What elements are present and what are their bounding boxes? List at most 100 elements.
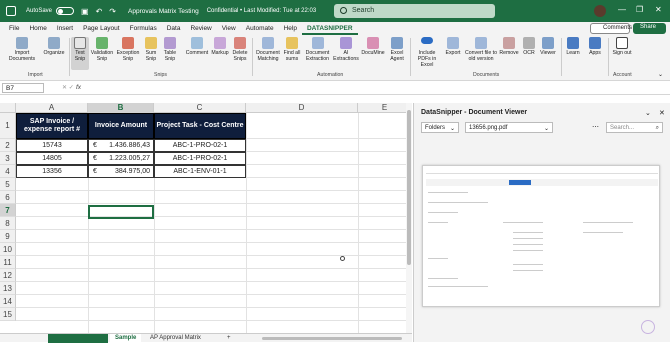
tab-data[interactable]: Data [162, 22, 186, 35]
row-header-13[interactable]: 13 [0, 282, 16, 295]
save-icon[interactable]: ▣ [81, 7, 89, 16]
pane-options-icon[interactable]: ⌄ [645, 109, 651, 117]
column-header-a[interactable]: A [16, 103, 88, 113]
tab-formulas[interactable]: Formulas [125, 22, 162, 35]
find-all-sums-button[interactable]: Find all sums [282, 37, 302, 62]
document-preview[interactable] [422, 165, 660, 307]
row-header-10[interactable]: 10 [0, 243, 16, 256]
export-icon [447, 37, 459, 49]
ai-extractions-button[interactable]: AI Extractions [333, 37, 359, 62]
cell-invoice[interactable]: 15743 [16, 139, 88, 152]
ocr-button[interactable]: OCR [521, 37, 537, 56]
close-icon[interactable]: ✕ [655, 5, 662, 14]
organize-button[interactable]: Organize [40, 37, 68, 56]
horizontal-scrollbar[interactable] [262, 337, 402, 340]
export-button[interactable]: Export [443, 37, 463, 56]
tab-view[interactable]: View [217, 22, 241, 35]
cell-invoice[interactable]: 14805 [16, 152, 88, 165]
cell-task[interactable]: ABC-1-PRO-02-1 [154, 152, 246, 165]
minimize-icon[interactable]: — [618, 5, 626, 14]
name-box[interactable]: B7 [2, 83, 44, 93]
row-header-8[interactable]: 8 [0, 217, 16, 230]
fx-icon[interactable]: fx [76, 84, 81, 91]
tab-review[interactable]: Review [185, 22, 216, 35]
header-cell-amount[interactable]: Invoice Amount [88, 113, 154, 139]
markup-button[interactable]: Markup [210, 37, 230, 56]
row-header-14[interactable]: 14 [0, 295, 16, 308]
row-header-4[interactable]: 4 [0, 165, 16, 178]
search-input[interactable]: Search [334, 4, 495, 18]
comments-button[interactable]: Comments [590, 23, 632, 34]
document-title[interactable]: Approvals Matrix Testing [128, 8, 199, 15]
pane-close-icon[interactable]: ✕ [659, 109, 665, 117]
select-all-corner[interactable] [0, 103, 16, 113]
row-header-12[interactable]: 12 [0, 269, 16, 282]
redo-icon[interactable]: ↷ [109, 7, 116, 16]
comment-button[interactable]: Comment [184, 37, 210, 56]
cell-amount[interactable]: 1.436.886,43 € [88, 139, 154, 152]
tab-help[interactable]: Help [279, 22, 302, 35]
column-header-c[interactable]: C [154, 103, 246, 113]
row-header-6[interactable]: 6 [0, 191, 16, 204]
sign-out-button[interactable]: Sign out [612, 37, 632, 56]
row-header-9[interactable]: 9 [0, 230, 16, 243]
row-header-5[interactable]: 5 [0, 178, 16, 191]
cell-invoice[interactable]: 13356 [16, 165, 88, 178]
sum-snip-button[interactable]: Sum Snip [142, 37, 160, 62]
convert-file-button[interactable]: Convert file to old version [464, 37, 498, 62]
scrollbar-thumb[interactable] [407, 110, 411, 265]
text-snip-button[interactable]: Text Snip [71, 37, 89, 70]
column-header-e[interactable]: E [358, 103, 412, 113]
row-header-1[interactable]: 1 [0, 113, 16, 139]
cell-task[interactable]: ABC-1-ENV-01-1 [154, 165, 246, 178]
undo-icon[interactable]: ↶ [96, 7, 103, 16]
apps-button[interactable]: Apps [586, 37, 604, 56]
row-header-11[interactable]: 11 [0, 256, 16, 269]
include-pdfs-toggle[interactable]: Include PDFs in Excel [412, 37, 442, 68]
header-cell-task[interactable]: Project Task - Cost Centre [154, 113, 246, 139]
share-button[interactable]: Share [633, 23, 666, 34]
import-documents-button[interactable]: Import Documents [5, 37, 39, 62]
row-header-2[interactable]: 2 [0, 139, 16, 152]
spreadsheet-grid[interactable]: A B C D E 1 2 3 4 5 6 7 8 9 10 11 12 13 14 15 SAP Invo… [0, 103, 412, 333]
row-header-7[interactable]: 7 [0, 204, 16, 217]
tab-home[interactable]: Home [24, 22, 51, 35]
row-header-3[interactable]: 3 [0, 152, 16, 165]
document-matching-button[interactable]: Document Matching [255, 37, 281, 62]
document-extraction-button[interactable]: Document Extraction [303, 37, 332, 62]
avatar[interactable] [594, 5, 606, 17]
more-options-icon[interactable]: ⋯ [592, 123, 599, 131]
tab-automate[interactable]: Automate [241, 22, 279, 35]
formula-cancel-confirm[interactable]: ✕ ✓ [62, 84, 74, 91]
excel-agent-button[interactable]: Excel Agent [387, 37, 407, 62]
tab-datasnipper[interactable]: DATASNIPPER [301, 22, 358, 35]
exception-snip-button[interactable]: Exception Snip [116, 37, 140, 62]
tab-page-layout[interactable]: Page Layout [78, 22, 125, 35]
cell-amount[interactable]: 384.975,00 € [88, 165, 154, 178]
table-snip-button[interactable]: Table Snip [161, 37, 179, 62]
row-header-15[interactable]: 15 [0, 308, 16, 321]
cell-task[interactable]: ABC-1-PRO-02-1 [154, 139, 246, 152]
viewer-button[interactable]: Viewer [538, 37, 558, 56]
header-cell-invoice[interactable]: SAP Invoice / expense report # [16, 113, 88, 139]
matching-icon [262, 37, 274, 49]
assistant-icon[interactable] [641, 320, 655, 334]
cell-amount[interactable]: 1.223.005,27 € [88, 152, 154, 165]
remove-button[interactable]: Remove [499, 37, 519, 56]
collapse-ribbon-icon[interactable]: ⌄ [658, 71, 663, 78]
folders-dropdown[interactable]: Folders ⌄ [421, 122, 459, 133]
validation-snip-button[interactable]: Validation Snip [90, 37, 114, 62]
documine-button[interactable]: DocuMine [360, 37, 386, 56]
restore-icon[interactable]: ❐ [636, 5, 643, 14]
autosave-toggle[interactable] [56, 7, 75, 15]
selected-cell-b7[interactable] [88, 205, 154, 219]
pane-search-input[interactable]: Search... ⌕ [606, 122, 663, 133]
column-header-d[interactable]: D [246, 103, 358, 113]
file-dropdown[interactable]: 13656.png.pdf ⌄ [465, 122, 553, 133]
column-header-b[interactable]: B [88, 103, 154, 113]
delete-snips-button[interactable]: Delete Snips [231, 37, 249, 62]
tab-insert[interactable]: Insert [52, 22, 78, 35]
learn-button[interactable]: Learn [564, 37, 582, 56]
tab-file[interactable]: File [4, 22, 24, 35]
document-status[interactable]: Confidential • Last Modified: Tue at 22:… [207, 8, 317, 14]
